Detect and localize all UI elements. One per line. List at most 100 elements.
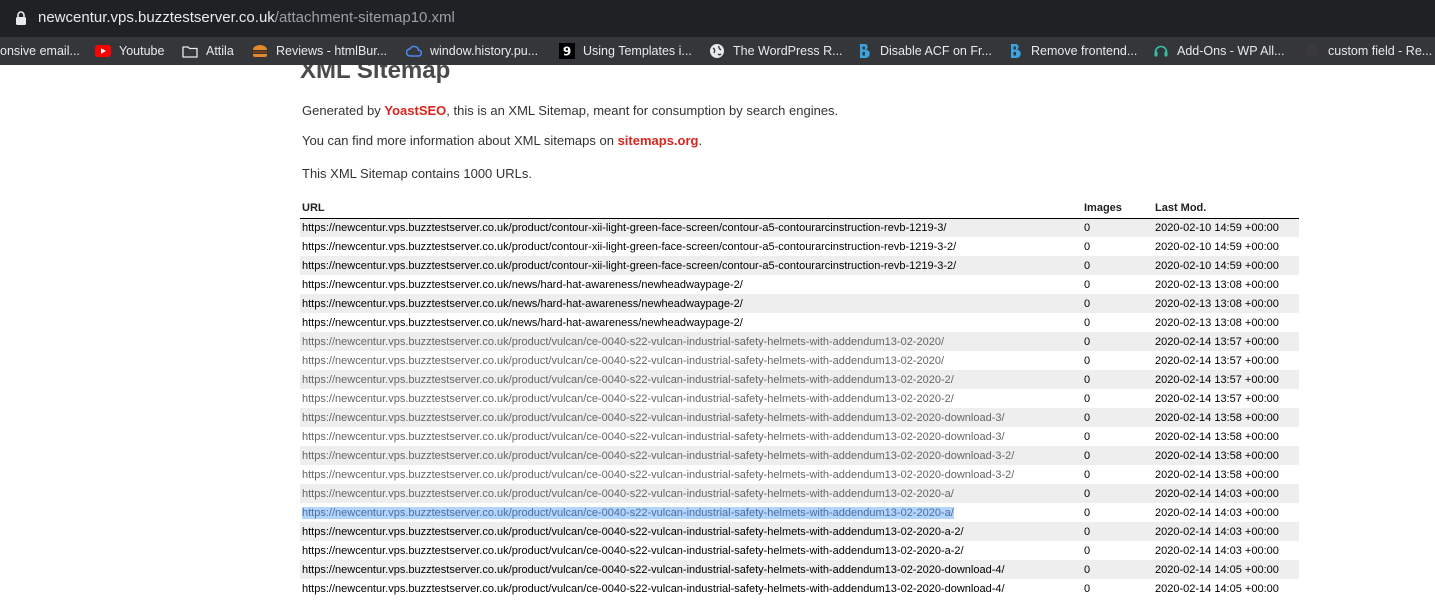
row-images: 0 bbox=[1082, 446, 1153, 465]
table-row: https://newcentur.vps.buzztestserver.co.… bbox=[300, 237, 1299, 256]
bookmark-wordpress[interactable]: The WordPress R... bbox=[709, 37, 843, 65]
url-text: https://newcentur.vps.buzztestserver.co.… bbox=[302, 259, 957, 272]
yoastseo-link[interactable]: YoastSEO bbox=[384, 103, 446, 118]
table-body: https://newcentur.vps.buzztestserver.co.… bbox=[300, 218, 1299, 598]
row-lastmod: 2020-02-10 14:59 +00:00 bbox=[1153, 256, 1299, 275]
row-lastmod: 2020-02-14 13:58 +00:00 bbox=[1155, 430, 1279, 443]
row-url-link[interactable]: https://newcentur.vps.buzztestserver.co.… bbox=[300, 294, 1082, 313]
row-url-link[interactable]: https://newcentur.vps.buzztestserver.co.… bbox=[300, 579, 1082, 598]
bookmark-remove-frontend[interactable]: Remove frontend... bbox=[1007, 37, 1137, 65]
row-url-link[interactable]: https://newcentur.vps.buzztestserver.co.… bbox=[300, 275, 1082, 294]
bookmark-disable-acf[interactable]: Disable ACF on Fr... bbox=[856, 37, 992, 65]
row-url-link[interactable]: https://newcentur.vps.buzztestserver.co.… bbox=[300, 351, 1082, 370]
bookmark-label: The WordPress R... bbox=[733, 44, 843, 58]
url-text: https://newcentur.vps.buzztestserver.co.… bbox=[302, 468, 1015, 481]
row-lastmod: 2020-02-13 13:08 +00:00 bbox=[1155, 278, 1279, 291]
url-text: https://newcentur.vps.buzztestserver.co.… bbox=[302, 544, 964, 557]
row-url-link[interactable]: https://newcentur.vps.buzztestserver.co.… bbox=[300, 256, 1082, 275]
row-lastmod: 2020-02-10 14:59 +00:00 bbox=[1155, 240, 1279, 253]
row-images: 0 bbox=[1082, 408, 1153, 427]
row-images: 0 bbox=[1082, 522, 1153, 541]
intro-text: , this is an XML Sitemap, meant for cons… bbox=[446, 103, 839, 118]
table-row: https://newcentur.vps.buzztestserver.co.… bbox=[300, 408, 1299, 427]
row-lastmod: 2020-02-14 13:57 +00:00 bbox=[1155, 392, 1279, 405]
table-row: https://newcentur.vps.buzztestserver.co.… bbox=[300, 541, 1299, 560]
row-lastmod: 2020-02-14 13:58 +00:00 bbox=[1153, 408, 1299, 427]
row-url-link[interactable]: https://newcentur.vps.buzztestserver.co.… bbox=[300, 465, 1082, 484]
b-icon bbox=[1007, 43, 1023, 59]
nine-icon: 9 bbox=[559, 43, 575, 59]
bookmark-0[interactable]: onsive email... bbox=[0, 37, 80, 65]
headset-icon bbox=[1153, 43, 1169, 59]
globe-icon bbox=[709, 43, 725, 59]
bookmark-window-history[interactable]: window.history.pu... bbox=[406, 37, 538, 65]
row-url-link[interactable]: https://newcentur.vps.buzztestserver.co.… bbox=[300, 370, 1082, 389]
row-url-link[interactable]: https://newcentur.vps.buzztestserver.co.… bbox=[300, 313, 1082, 332]
intro-text: You can find more information about XML … bbox=[302, 133, 618, 148]
row-url-link[interactable]: https://newcentur.vps.buzztestserver.co.… bbox=[300, 541, 1082, 560]
bookmark-attila[interactable]: Attila bbox=[182, 37, 234, 65]
url-host: newcentur.vps.buzztestserver.co.uk bbox=[38, 9, 275, 26]
row-images: 0 bbox=[1082, 256, 1153, 275]
row-url-link[interactable]: https://newcentur.vps.buzztestserver.co.… bbox=[300, 237, 1082, 256]
row-url-link[interactable]: https://newcentur.vps.buzztestserver.co.… bbox=[300, 560, 1082, 579]
url-text: https://newcentur.vps.buzztestserver.co.… bbox=[302, 297, 743, 310]
row-url-link[interactable]: https://newcentur.vps.buzztestserver.co.… bbox=[300, 522, 1082, 541]
intro-generated: Generated by YoastSEO, this is an XML Si… bbox=[302, 103, 838, 118]
table-row: https://newcentur.vps.buzztestserver.co.… bbox=[300, 389, 1299, 408]
row-images: 0 bbox=[1082, 218, 1153, 237]
intro-text: . bbox=[698, 133, 703, 148]
url-text: https://newcentur.vps.buzztestserver.co.… bbox=[302, 316, 743, 329]
table-row: https://newcentur.vps.buzztestserver.co.… bbox=[300, 465, 1299, 484]
header-url: URL bbox=[300, 199, 1082, 219]
bookmark-label: custom field - Re... bbox=[1328, 44, 1433, 58]
row-images: 0 bbox=[1084, 354, 1091, 367]
row-lastmod: 2020-02-14 13:57 +00:00 bbox=[1153, 370, 1299, 389]
table-row: https://newcentur.vps.buzztestserver.co.… bbox=[300, 256, 1299, 275]
row-url-link[interactable]: https://newcentur.vps.buzztestserver.co.… bbox=[300, 389, 1082, 408]
row-url-link[interactable]: https://newcentur.vps.buzztestserver.co.… bbox=[300, 484, 1082, 503]
bookmark-reviews[interactable]: Reviews - htmlBur... bbox=[252, 37, 387, 65]
bookmark-label: Using Templates i... bbox=[583, 44, 692, 58]
url-text: https://newcentur.vps.buzztestserver.co.… bbox=[302, 582, 1005, 595]
row-lastmod: 2020-02-14 14:03 +00:00 bbox=[1155, 506, 1279, 519]
row-lastmod: 2020-02-14 13:58 +00:00 bbox=[1153, 446, 1299, 465]
row-url-link[interactable]: https://newcentur.vps.buzztestserver.co.… bbox=[300, 332, 1082, 351]
row-url-link[interactable]: https://newcentur.vps.buzztestserver.co.… bbox=[300, 408, 1082, 427]
bookmark-label: Disable ACF on Fr... bbox=[880, 44, 992, 58]
url-text: https://newcentur.vps.buzztestserver.co.… bbox=[302, 392, 954, 405]
bookmark-youtube[interactable]: Youtube bbox=[95, 37, 164, 65]
sitemaps-org-link[interactable]: sitemaps.org bbox=[618, 133, 699, 148]
url-text: https://newcentur.vps.buzztestserver.co.… bbox=[302, 487, 954, 500]
row-images: 0 bbox=[1084, 430, 1091, 443]
bookmark-using-templates[interactable]: 9 Using Templates i... bbox=[559, 37, 692, 65]
svg-text:9: 9 bbox=[563, 45, 571, 59]
row-lastmod: 2020-02-14 14:03 +00:00 bbox=[1155, 544, 1279, 557]
row-images: 0 bbox=[1082, 370, 1153, 389]
url-text: https://newcentur.vps.buzztestserver.co.… bbox=[302, 240, 957, 253]
url-text[interactable]: newcentur.vps.buzztestserver.co.uk/attac… bbox=[38, 9, 455, 26]
url-text: https://newcentur.vps.buzztestserver.co.… bbox=[302, 221, 947, 234]
bookmark-custom-field[interactable]: custom field - Re... bbox=[1304, 37, 1432, 65]
address-bar[interactable]: newcentur.vps.buzztestserver.co.uk/attac… bbox=[0, 0, 1435, 37]
header-lastmod: Last Mod. bbox=[1153, 199, 1299, 219]
row-url-link[interactable]: https://newcentur.vps.buzztestserver.co.… bbox=[300, 218, 1082, 237]
lock-icon bbox=[16, 11, 26, 25]
row-images: 0 bbox=[1084, 278, 1091, 291]
bookmark-add-ons[interactable]: Add-Ons - WP All... bbox=[1153, 37, 1284, 65]
row-images: 0 bbox=[1084, 582, 1091, 595]
row-images: 0 bbox=[1082, 294, 1153, 313]
row-url-link[interactable]: https://newcentur.vps.buzztestserver.co.… bbox=[300, 503, 1082, 522]
row-url-link[interactable]: https://newcentur.vps.buzztestserver.co.… bbox=[300, 446, 1082, 465]
row-images: 0 bbox=[1084, 506, 1091, 519]
intro-text: Generated by bbox=[302, 103, 385, 118]
url-text: https://newcentur.vps.buzztestserver.co.… bbox=[302, 449, 1015, 462]
bookmark-label: Add-Ons - WP All... bbox=[1177, 44, 1285, 58]
row-images: 0 bbox=[1082, 332, 1153, 351]
table-row: https://newcentur.vps.buzztestserver.co.… bbox=[300, 579, 1299, 598]
row-url-link[interactable]: https://newcentur.vps.buzztestserver.co.… bbox=[300, 427, 1082, 446]
url-text: https://newcentur.vps.buzztestserver.co.… bbox=[302, 373, 954, 386]
row-lastmod: 2020-02-13 13:08 +00:00 bbox=[1155, 316, 1279, 329]
url-text: https://newcentur.vps.buzztestserver.co.… bbox=[302, 278, 743, 291]
cloud-icon bbox=[406, 43, 422, 59]
